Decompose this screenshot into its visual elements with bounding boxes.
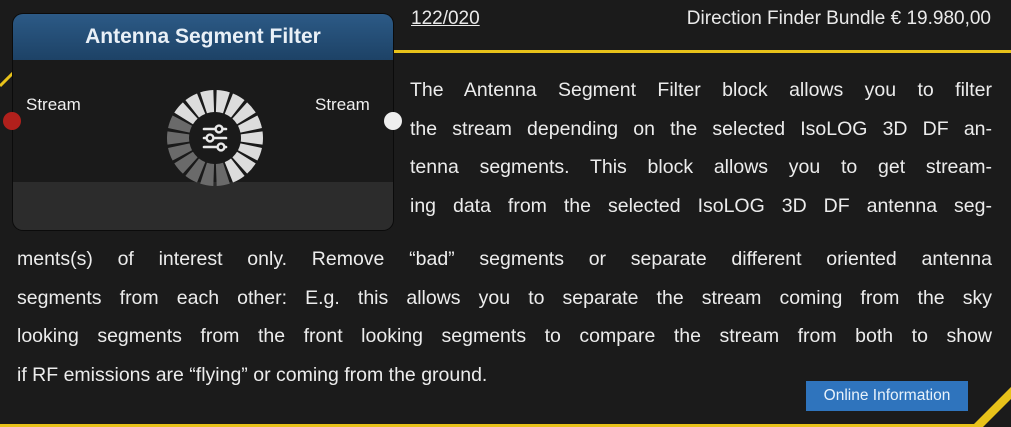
description-line: ing data from the selected IsoLOG 3D DF … [410,194,992,217]
description-wrap-block: The Antenna Segment Filter block allows … [410,71,992,225]
node-block[interactable]: Antenna Segment Filter [13,14,393,230]
stream-output-label: Stream [315,95,370,114]
frame-corner-deco [971,387,1011,427]
description-line: tenna segments. This block allows you to… [410,156,992,178]
online-information-button[interactable]: Online Information [806,381,968,411]
stream-input-port[interactable] [3,112,21,130]
description-line: looking segments from the front looking … [17,325,992,347]
sliders-wheel-icon [167,90,263,186]
description-line: segments from each other: E.g. this allo… [17,286,992,309]
description-full-block: ments(s) of interest only. Remove “bad” … [17,240,992,394]
description-line: The Antenna Segment Filter block allows … [410,79,992,101]
product-price: Direction Finder Bundle € 19.980,00 [686,8,991,29]
description-line: ments(s) of interest only. Remove “bad” … [17,248,992,270]
wheel-segment [240,131,263,145]
node-footer [13,182,393,230]
article-number-link[interactable]: 122/020 [411,8,480,30]
node-title: Antenna Segment Filter [13,14,393,60]
stream-output-port[interactable] [384,112,402,130]
description-line: the stream depending on the selected Iso… [410,117,992,140]
wheel-segment [167,131,190,145]
stream-input-label: Stream [26,95,81,114]
